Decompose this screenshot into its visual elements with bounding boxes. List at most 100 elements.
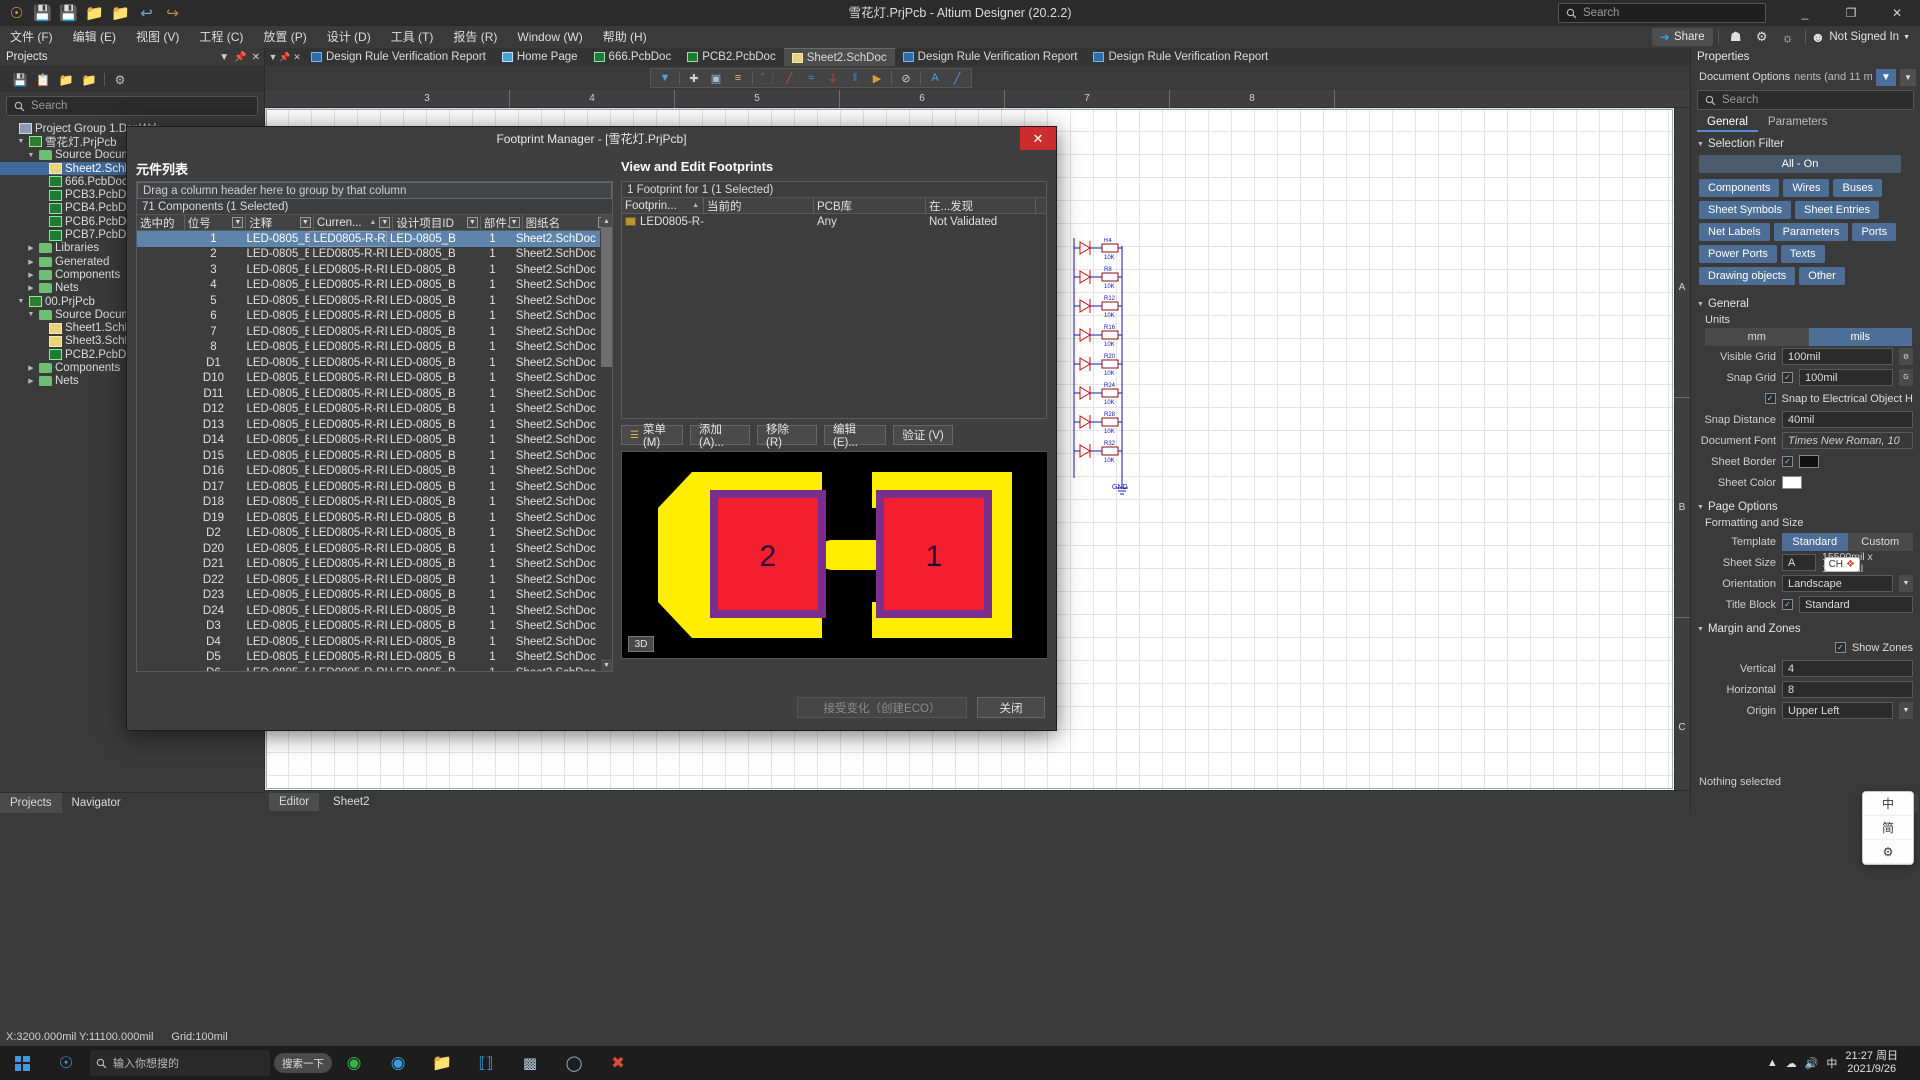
document-tab[interactable]: Sheet2.SchDoc: [783, 48, 895, 66]
visible-grid-settings-icon[interactable]: ⚙: [1899, 348, 1913, 365]
table-row[interactable]: D1 LED-0805_B LED0805-R-RD LED-0805_B 1 Sheet…: [137, 355, 600, 371]
table-row[interactable]: 6 LED-0805_B LED0805-R-RD LED-0805_B 1 Sheet2…: [137, 309, 600, 325]
taskbar-clock[interactable]: 21:27 周日 2021/9/26: [1845, 1050, 1898, 1076]
footprint-column-header[interactable]: Footprin... ▲: [622, 198, 704, 213]
tab-navigator[interactable]: Navigator: [62, 793, 131, 813]
accept-changes-button[interactable]: 接受变化（创建ECO）: [797, 697, 967, 718]
remove-button[interactable]: 移除 (R): [757, 424, 817, 449]
show-desktop-button[interactable]: [1906, 1057, 1912, 1069]
document-font-value[interactable]: Times New Roman, 10: [1782, 432, 1913, 449]
tree-twisty-icon[interactable]: ▶: [26, 271, 36, 279]
column-header[interactable]: 位号 ▼: [185, 215, 247, 230]
document-tab[interactable]: PCB2.PcbDoc: [679, 48, 784, 66]
tree-twisty-icon[interactable]: ▶: [26, 244, 36, 252]
general-heading[interactable]: ▼ General: [1697, 298, 1920, 310]
component-icon[interactable]: ⬛: [757, 70, 777, 87]
bus-icon[interactable]: ‖: [845, 70, 865, 87]
selection-filter-chip[interactable]: Wires: [1783, 179, 1830, 197]
tree-twisty-icon[interactable]: ▼: [16, 298, 26, 305]
copy-icon[interactable]: 📋: [35, 72, 51, 88]
add-button[interactable]: 添加 (A)...: [690, 424, 750, 449]
title-block-checkbox[interactable]: ✓: [1782, 599, 1793, 610]
share-button[interactable]: ➜ Share: [1651, 28, 1713, 46]
selection-filter-chip[interactable]: Power Ports: [1699, 245, 1777, 263]
cortana-icon[interactable]: ☉: [44, 1046, 88, 1080]
column-filter-icon[interactable]: ▼: [299, 217, 311, 228]
orientation-select[interactable]: Landscape: [1782, 575, 1893, 592]
home-icon[interactable]: ☗: [1724, 27, 1748, 47]
chevron-down-icon[interactable]: ▼: [1900, 68, 1916, 86]
menu-edit[interactable]: 编辑 (E): [63, 26, 126, 48]
save-all-icon[interactable]: 💾: [58, 3, 79, 24]
table-row[interactable]: 2 LED-0805_B LED0805-R-RD LED-0805_B 1 Sheet2…: [137, 247, 600, 263]
column-header[interactable]: 设计项目ID ▼: [393, 215, 481, 230]
sheet-color-swatch[interactable]: [1782, 476, 1802, 489]
chevron-down-icon[interactable]: ▼: [219, 52, 229, 63]
save-icon[interactable]: 💾: [12, 72, 28, 88]
preview-3d-toggle[interactable]: 3D: [628, 636, 654, 652]
power-port-icon[interactable]: ⏚: [823, 70, 843, 87]
ime-row-mode[interactable]: 中: [1863, 792, 1913, 816]
table-row[interactable]: 7 LED-0805_B LED0805-R-RD LED-0805_B 1 Sheet2…: [137, 324, 600, 340]
ime-floating-panel[interactable]: 中 简 ⚙: [1862, 791, 1914, 865]
wire-icon[interactable]: ╱: [779, 70, 799, 87]
selection-filter-chip[interactable]: Net Labels: [1699, 223, 1770, 241]
menu-project[interactable]: 工程 (C): [189, 26, 253, 48]
table-row[interactable]: D5 LED-0805_B LED0805-R-RD LED-0805_B 1 Sheet…: [137, 650, 600, 666]
document-tab[interactable]: Design Rule Verification Report: [1085, 48, 1276, 66]
units-option-mm[interactable]: mm: [1705, 328, 1809, 346]
footprint-preview[interactable]: 2 1 3D: [621, 451, 1047, 659]
table-row[interactable]: D2 LED-0805_B LED0805-R-RD LED-0805_B 1 Sheet…: [137, 526, 600, 542]
pin-icon[interactable]: 📌: [234, 52, 246, 63]
filter-icon[interactable]: ▼: [655, 70, 675, 87]
scroll-down-icon[interactable]: ▼: [601, 659, 612, 671]
visible-grid-input[interactable]: 100mil: [1782, 348, 1893, 365]
origin-select[interactable]: Upper Left: [1782, 702, 1893, 719]
tree-twisty-icon[interactable]: ▶: [26, 364, 36, 372]
title-block-select[interactable]: Standard: [1799, 596, 1913, 613]
vscode-icon[interactable]: ⟦⟧: [464, 1046, 508, 1080]
table-row[interactable]: 4 LED-0805_B LED0805-R-RD LED-0805_B 1 Sheet2…: [137, 278, 600, 294]
selection-filter-heading[interactable]: ▼ Selection Filter: [1697, 138, 1920, 150]
table-row[interactable]: 1 LED-0805_B LED0805-R-RD LED-0805_B 1 Sheet2…: [137, 231, 600, 247]
footprint-row[interactable]: LED0805-R- Any Not Validated: [622, 214, 1046, 230]
open-folder-search-icon[interactable]: 📁: [58, 72, 74, 88]
tab-editor[interactable]: Editor: [269, 792, 320, 811]
template-option-custom[interactable]: Custom: [1847, 532, 1913, 551]
menu-reports[interactable]: 报告 (R): [443, 26, 507, 48]
table-row[interactable]: D13 LED-0805_B LED0805-R-RD LED-0805_B 1 Shee…: [137, 417, 600, 433]
show-zones-checkbox[interactable]: ✓: [1834, 642, 1846, 653]
tabs-dropdown-icon[interactable]: ▼: [267, 52, 279, 62]
document-tab[interactable]: Home Page: [494, 48, 586, 66]
taskbar-search-input[interactable]: 输入你想搜的: [90, 1050, 270, 1076]
column-filter-icon[interactable]: ▼: [508, 217, 520, 228]
edge-icon[interactable]: ◉: [376, 1046, 420, 1080]
chevron-down-icon[interactable]: ▼: [1899, 575, 1913, 592]
table-row[interactable]: D4 LED-0805_B LED0805-R-RD LED-0805_B 1 Sheet…: [137, 634, 600, 650]
snap-distance-input[interactable]: 40mil: [1782, 411, 1913, 428]
footprint-rows[interactable]: LED0805-R- Any Not Validated: [622, 214, 1046, 230]
align-icon[interactable]: ≡: [728, 70, 748, 87]
column-header[interactable]: Curren... ▼ ▲: [314, 215, 394, 230]
close-icon[interactable]: ✕: [252, 52, 260, 63]
sheet-size-select[interactable]: A: [1782, 554, 1816, 571]
port-icon[interactable]: ▶: [867, 70, 887, 87]
sheet-border-color-swatch[interactable]: [1799, 455, 1819, 468]
start-button[interactable]: [0, 1046, 44, 1080]
horizontal-input[interactable]: 8: [1782, 681, 1913, 698]
tree-twisty-icon[interactable]: ▶: [26, 258, 36, 266]
table-row[interactable]: D3 LED-0805_B LED0805-R-RD LED-0805_B 1 Sheet…: [137, 619, 600, 635]
scroll-up-icon[interactable]: ▲: [601, 215, 612, 227]
network-icon[interactable]: ☁: [1786, 1057, 1797, 1070]
table-row[interactable]: D11 LED-0805_B LED0805-R-RD LED-0805_B 1 Shee…: [137, 386, 600, 402]
gear-icon[interactable]: ⚙: [1750, 27, 1774, 47]
column-filter-icon[interactable]: ▼: [232, 217, 244, 228]
chevron-down-icon[interactable]: ▼: [1899, 702, 1913, 719]
sheet-border-checkbox[interactable]: ✓: [1782, 456, 1793, 467]
gear-icon[interactable]: ⚙: [112, 72, 128, 88]
edit-button[interactable]: 编辑 (E)...: [824, 424, 886, 449]
menu-file[interactable]: 文件 (F): [0, 26, 63, 48]
folder-settings-icon[interactable]: 📁: [81, 72, 97, 88]
menu-button[interactable]: ☰ 菜单 (M): [621, 424, 683, 449]
table-row[interactable]: D15 LED-0805_B LED0805-R-RD LED-0805_B 1 Shee…: [137, 448, 600, 464]
